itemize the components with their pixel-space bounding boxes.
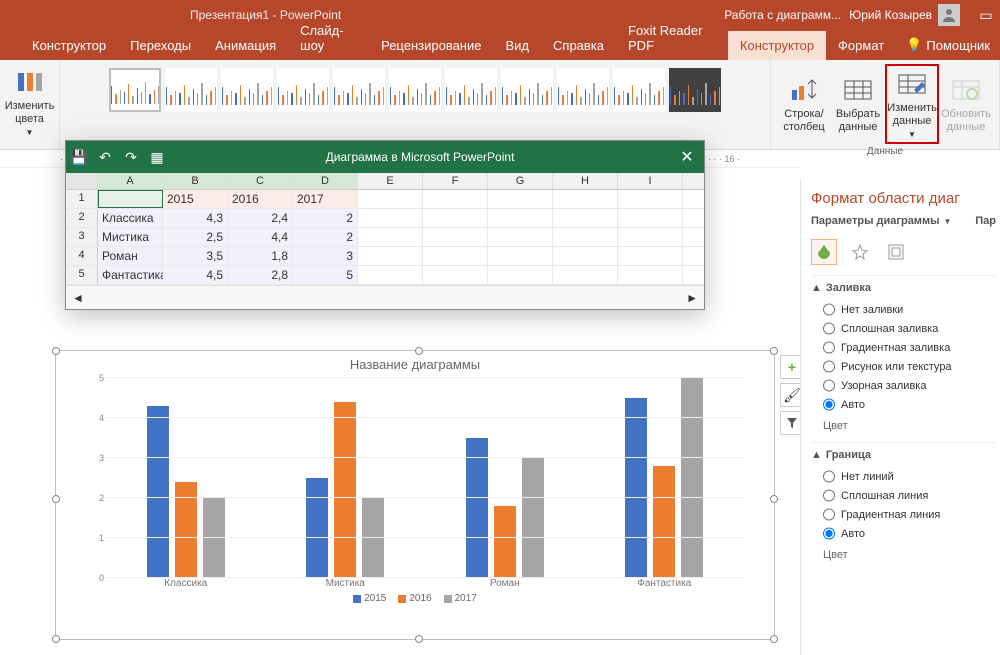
chart-style-8[interactable] xyxy=(501,68,553,112)
grid-icon xyxy=(842,74,874,106)
edit-data-button[interactable]: Изменить данные ▼ xyxy=(885,64,939,144)
tab-slideshow[interactable]: Слайд-шоу xyxy=(288,16,369,60)
avatar xyxy=(938,4,960,26)
fill-solid-radio[interactable]: Сплошная заливка xyxy=(811,319,996,338)
tell-me[interactable]: 💡 Помощник xyxy=(896,30,1000,60)
fill-none-radio[interactable]: Нет заливки xyxy=(811,300,996,319)
undo-icon[interactable]: ↶ xyxy=(92,149,118,166)
tab-design[interactable]: Конструктор xyxy=(20,31,118,60)
format-tab-icons xyxy=(811,233,996,275)
select-data-button[interactable]: Выбрать данные xyxy=(831,64,885,144)
chart-style-9[interactable] xyxy=(557,68,609,112)
collapse-icon[interactable]: ▲ xyxy=(811,449,822,461)
chevron-down-icon: ▼ xyxy=(943,217,951,226)
chevron-down-icon: ▼ xyxy=(26,128,34,138)
brush-icon: 🖌 xyxy=(783,387,801,404)
chart-category-axis: КлассикаМистикаРоманФантастика xyxy=(56,578,774,589)
excel-data-window: 💾 ↶ ↷ ▦ Диаграмма в Microsoft PowerPoint… xyxy=(65,140,705,310)
tab-view[interactable]: Вид xyxy=(493,31,541,60)
chart-tools-label: Работа с диаграмм... xyxy=(724,8,841,22)
save-icon[interactable]: 💾 xyxy=(66,149,92,166)
excel-grid[interactable]: ABCDEFGHI 12015201620172Классика4,32,423… xyxy=(66,173,704,285)
switch-row-column-button[interactable]: Строка/ столбец xyxy=(777,64,831,144)
tab-chart-format[interactable]: Формат xyxy=(826,31,896,60)
chart-style-2[interactable] xyxy=(165,68,217,112)
chart-style-3[interactable] xyxy=(221,68,273,112)
user-name: Юрий Козырев xyxy=(849,8,932,22)
effects-tab-icon[interactable] xyxy=(847,239,873,265)
tab-review[interactable]: Рецензирование xyxy=(369,31,493,60)
border-section-header[interactable]: Граница xyxy=(826,449,871,461)
fill-pattern-radio[interactable]: Узорная заливка xyxy=(811,376,996,395)
fill-line-tab-icon[interactable] xyxy=(811,239,837,265)
excel-scroll-area[interactable]: ◄ ► xyxy=(66,285,704,309)
close-button[interactable]: ✕ xyxy=(670,147,704,167)
size-tab-icon[interactable] xyxy=(883,239,909,265)
chart-title[interactable]: Название диаграммы xyxy=(56,351,774,378)
border-gradient-radio[interactable]: Градиентная линия xyxy=(811,505,996,524)
tab-transitions[interactable]: Переходы xyxy=(118,31,203,60)
refresh-icon xyxy=(950,74,982,106)
border-solid-radio[interactable]: Сплошная линия xyxy=(811,486,996,505)
palette-icon xyxy=(14,66,46,98)
border-auto-radio[interactable]: Авто xyxy=(811,524,996,543)
switch-icon xyxy=(788,74,820,106)
title-bar: Презентация1 - PowerPoint Работа с диагр… xyxy=(0,0,1000,30)
chart-style-6[interactable] xyxy=(389,68,441,112)
fill-auto-radio[interactable]: Авто xyxy=(811,395,996,414)
funnel-icon xyxy=(786,417,798,429)
excel-titlebar: 💾 ↶ ↷ ▦ Диаграмма в Microsoft PowerPoint… xyxy=(66,141,704,173)
ribbon-tabs: Конструктор Переходы Анимация Слайд-шоу … xyxy=(0,30,1000,60)
tab-foxit[interactable]: Foxit Reader PDF xyxy=(616,16,728,60)
chart-style-1[interactable] xyxy=(109,68,161,112)
plus-icon: + xyxy=(788,359,796,375)
chart-style-5[interactable] xyxy=(333,68,385,112)
border-color-picker[interactable]: Цвет xyxy=(811,543,996,571)
chart-styles-gallery[interactable] xyxy=(105,64,725,116)
tab-chart-design[interactable]: Конструктор xyxy=(728,31,826,60)
change-colors-button[interactable]: Изменить цвета ▼ xyxy=(0,64,60,140)
scroll-left-icon[interactable]: ◄ xyxy=(72,291,84,305)
excel-title: Диаграмма в Microsoft PowerPoint xyxy=(170,150,670,164)
fill-section-header[interactable]: Заливка xyxy=(826,282,871,294)
chart-object[interactable]: Название диаграммы 012345 КлассикаМистик… xyxy=(55,350,775,640)
refresh-data-button: Обновить данные xyxy=(939,64,993,144)
format-pane: Формат области диаг Параметры диаграммы … xyxy=(800,180,1000,655)
fill-picture-radio[interactable]: Рисунок или текстура xyxy=(811,357,996,376)
tab-animations[interactable]: Анимация xyxy=(203,31,288,60)
bulb-icon: 💡 xyxy=(906,37,922,53)
chart-plot-area[interactable]: 012345 xyxy=(56,378,774,578)
format-pane-title: Формат области диаг xyxy=(811,180,996,215)
edit-data-icon xyxy=(896,68,928,100)
chart-style-10[interactable] xyxy=(613,68,665,112)
chart-style-4[interactable] xyxy=(277,68,329,112)
tab-help[interactable]: Справка xyxy=(541,31,616,60)
fill-color-picker[interactable]: Цвет xyxy=(811,414,996,442)
border-none-radio[interactable]: Нет линий xyxy=(811,467,996,486)
data-group-label: Данные xyxy=(867,146,903,157)
chevron-down-icon: ▼ xyxy=(908,130,916,140)
redo-icon[interactable]: ↷ xyxy=(118,149,144,166)
user-area[interactable]: Юрий Козырев xyxy=(849,4,960,26)
grid-menu-icon[interactable]: ▦ xyxy=(144,149,170,166)
ribbon-options-icon[interactable]: ▭ xyxy=(972,7,1000,24)
chart-style-7[interactable] xyxy=(445,68,497,112)
chart-style-11[interactable] xyxy=(669,68,721,112)
scroll-right-icon[interactable]: ► xyxy=(686,291,698,305)
ribbon: Изменить цвета ▼ Строка/ столбец Выбрать… xyxy=(0,60,1000,150)
fill-gradient-radio[interactable]: Градиентная заливка xyxy=(811,338,996,357)
chart-legend[interactable]: 201520162017 xyxy=(56,589,774,610)
format-options-dropdown[interactable]: Параметры диаграммы xyxy=(811,215,939,227)
collapse-icon[interactable]: ▲ xyxy=(811,282,822,294)
presentation-name: Презентация1 - PowerPoint xyxy=(190,8,341,22)
